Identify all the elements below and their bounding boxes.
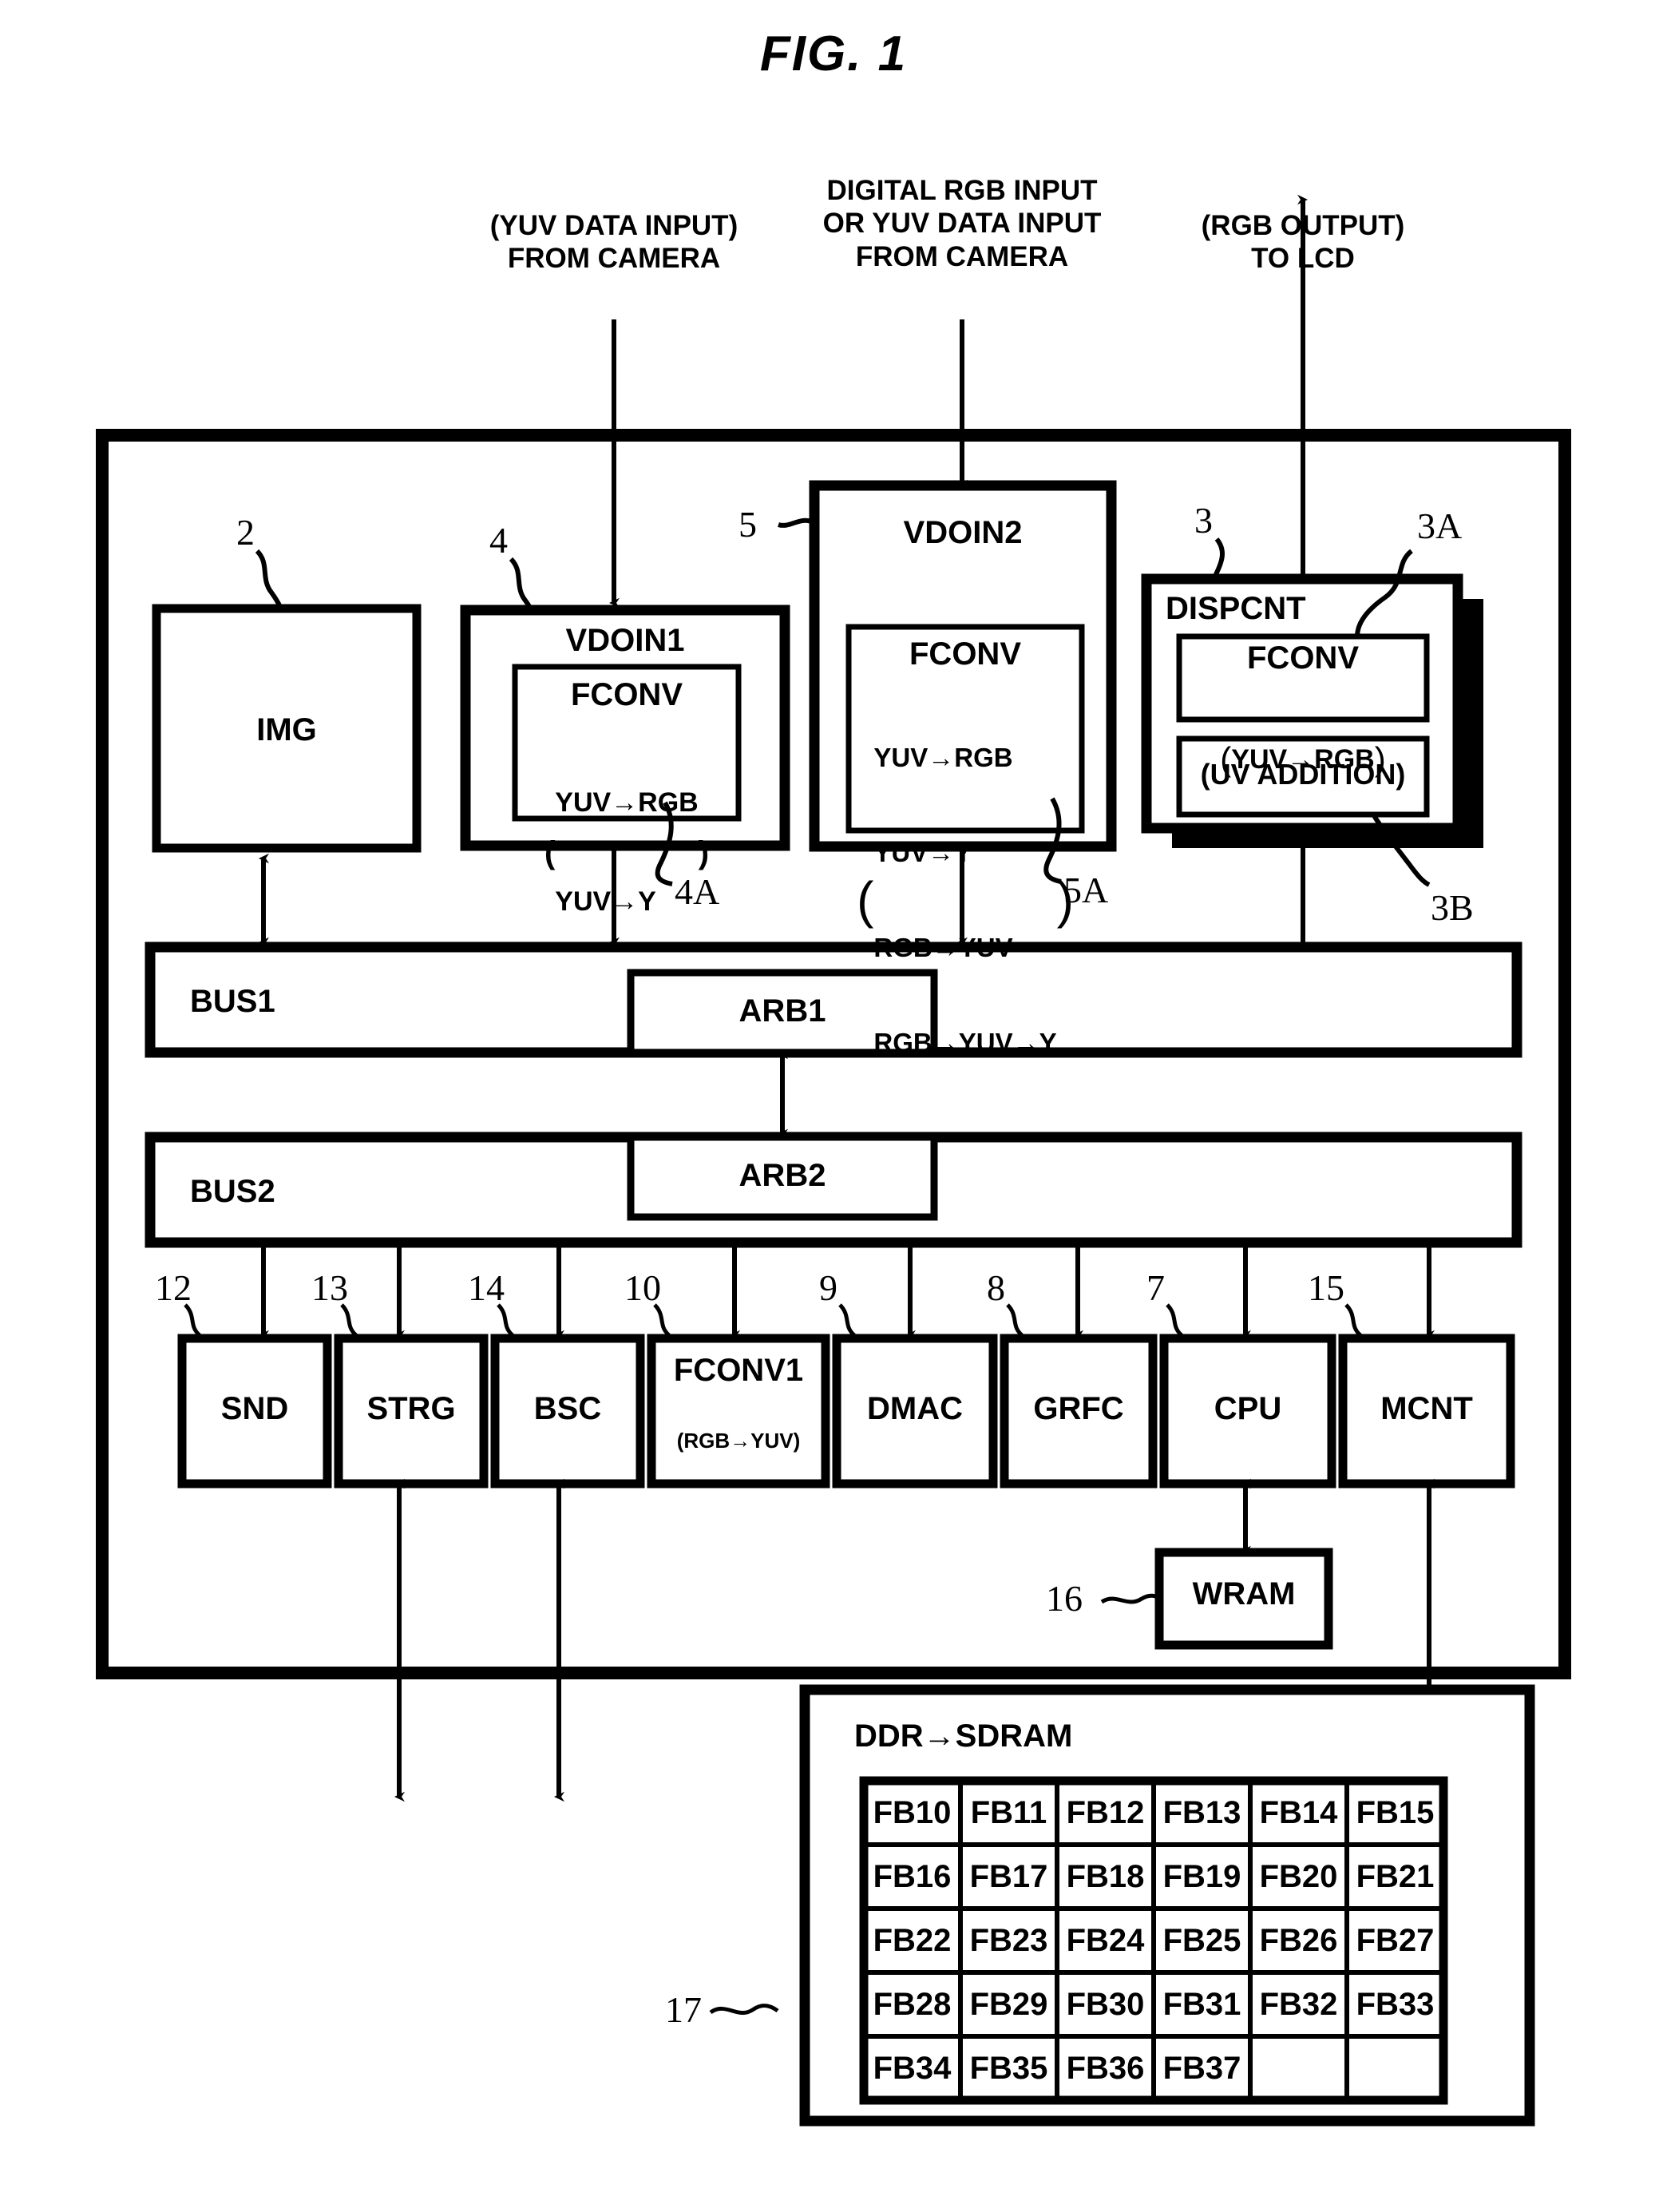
- fb-cell: FB21: [1356, 1859, 1435, 1894]
- ref-module-14: 14: [468, 1267, 505, 1308]
- block-vdoin2-fconv-title: FCONV: [909, 636, 1021, 672]
- block-vdoin1-fconv-title: FCONV: [571, 677, 683, 712]
- ref-2: 2: [236, 512, 255, 553]
- vdoin1-conv-0: YUV→RGB: [555, 787, 699, 818]
- table-row: FB34 FB35 FB36 FB37: [864, 2036, 1443, 2100]
- io-label-right: (RGB OUTPUT) TO LCD: [1201, 210, 1405, 275]
- fb-cell: FB24: [1066, 1923, 1145, 1958]
- block-vdoin1-label: VDOIN1: [565, 623, 685, 658]
- fb-cell: FB37: [1162, 2051, 1241, 2086]
- fb-cell: FB13: [1162, 1795, 1241, 1830]
- vdoin2-conv-0: YUV→RGB: [873, 743, 1013, 773]
- vdoin2-conv-1: YUV→Y: [873, 837, 972, 867]
- ref-module-13: 13: [311, 1267, 348, 1308]
- module-cpu-label: CPU: [1214, 1391, 1282, 1426]
- block-arb2-label: ARB2: [738, 1158, 826, 1193]
- fb-cell: FB25: [1162, 1923, 1241, 1958]
- fb-cell: FB22: [873, 1923, 952, 1958]
- fb-cell: FB31: [1162, 1987, 1241, 2022]
- module-fconv1-label: FCONV1: [673, 1353, 804, 1388]
- framebuffer-grid: FB10 FB11 FB12 FB13 FB14 FB15 FB16 FB17 …: [864, 1781, 1443, 2100]
- fb-cell: FB35: [969, 2051, 1048, 2086]
- fb-cell: FB30: [1066, 1987, 1145, 2022]
- fb-cell: FB18: [1066, 1859, 1145, 1894]
- ref-module-7: 7: [1146, 1267, 1165, 1308]
- fb-cell: FB14: [1259, 1795, 1338, 1830]
- ref-3a: 3A: [1417, 505, 1463, 546]
- module-dmac-label: DMAC: [867, 1391, 963, 1426]
- ref-5: 5: [738, 504, 757, 545]
- io-label-center: DIGITAL RGB INPUT OR YUV DATA INPUT FROM…: [822, 175, 1102, 272]
- table-row: FB28 FB29 FB30 FB31 FB32 FB33: [864, 1972, 1443, 2036]
- block-dispcnt-uvaddition-label: (UV ADDITION): [1200, 758, 1406, 791]
- block-arb1-label: ARB1: [738, 993, 826, 1029]
- block-sdram-label: DDR→SDRAM: [854, 1718, 1073, 1754]
- block-bus2-label: BUS2: [190, 1174, 275, 1209]
- ref-module-10: 10: [624, 1267, 661, 1308]
- io-label-left: (YUV DATA INPUT) FROM CAMERA: [489, 210, 738, 275]
- module-grfc-label: GRFC: [1033, 1391, 1124, 1426]
- ref-17: 17: [665, 1989, 702, 2030]
- ref-module-15: 15: [1308, 1267, 1344, 1308]
- fb-cell: FB32: [1259, 1987, 1338, 2022]
- fb-cell: FB17: [969, 1859, 1048, 1894]
- ref-module-12: 12: [155, 1267, 192, 1308]
- table-row: FB16 FB17 FB18 FB19 FB20 FB21: [864, 1845, 1443, 1909]
- module-bsc-label: BSC: [533, 1391, 602, 1426]
- fb-cell: FB20: [1259, 1859, 1338, 1894]
- table-row: FB22 FB23 FB24 FB25 FB26 FB27: [864, 1909, 1443, 1972]
- fb-cell: FB11: [970, 1795, 1047, 1830]
- table-row: FB10 FB11 FB12 FB13 FB14 FB15: [864, 1781, 1443, 1845]
- block-bus1-label: BUS1: [190, 984, 275, 1019]
- fb-cell: FB15: [1356, 1795, 1435, 1830]
- fb-cell: FB16: [873, 1859, 952, 1894]
- fb-cell: FB34: [873, 2051, 952, 2086]
- fb-cell: FB27: [1356, 1923, 1435, 1958]
- module-strg-label: STRG: [366, 1391, 456, 1426]
- ref-module-9: 9: [819, 1267, 837, 1308]
- fb-cell: FB12: [1066, 1795, 1145, 1830]
- ref-module-8: 8: [987, 1267, 1005, 1308]
- fb-cell: FB23: [969, 1923, 1048, 1958]
- block-dispcnt-fconv-title: FCONV: [1247, 640, 1359, 676]
- fb-cell: FB19: [1162, 1859, 1241, 1894]
- vdoin2-conv-2: RGB→YUV: [873, 932, 1013, 962]
- vdoin2-conv-3: RGB→YUV→Y: [873, 1027, 1057, 1057]
- fb-cell: FB33: [1356, 1987, 1435, 2022]
- fb-cell: FB26: [1259, 1923, 1338, 1958]
- vdoin1-conv-1: YUV→Y: [555, 886, 656, 918]
- module-fconv1-sublabel: (RGB→YUV): [676, 1429, 801, 1453]
- fb-cell: FB29: [969, 1987, 1048, 2022]
- block-dispcnt-label: DISPCNT: [1166, 591, 1306, 626]
- fb-cell: FB36: [1066, 2051, 1145, 2086]
- block-vdoin1-fconv-list: ( YUV→RGB YUV→Y ): [515, 720, 738, 985]
- block-vdoin2-fconv-list: ( YUV→RGB YUV→Y RGB→YUV RGB→YUV→Y ): [857, 743, 1074, 1057]
- module-snd-label: SND: [220, 1391, 289, 1426]
- block-vdoin2-label: VDOIN2: [903, 515, 1023, 550]
- ref-3: 3: [1194, 500, 1213, 541]
- block-img-label: IMG: [256, 712, 317, 747]
- fb-cell: FB10: [873, 1795, 952, 1830]
- block-wram-label: WRAM: [1192, 1576, 1296, 1611]
- ref-16: 16: [1046, 1578, 1083, 1619]
- fb-cell: FB28: [873, 1987, 952, 2022]
- ref-4: 4: [489, 520, 508, 561]
- ref-3b: 3B: [1431, 887, 1474, 928]
- module-mcnt-label: MCNT: [1380, 1391, 1473, 1426]
